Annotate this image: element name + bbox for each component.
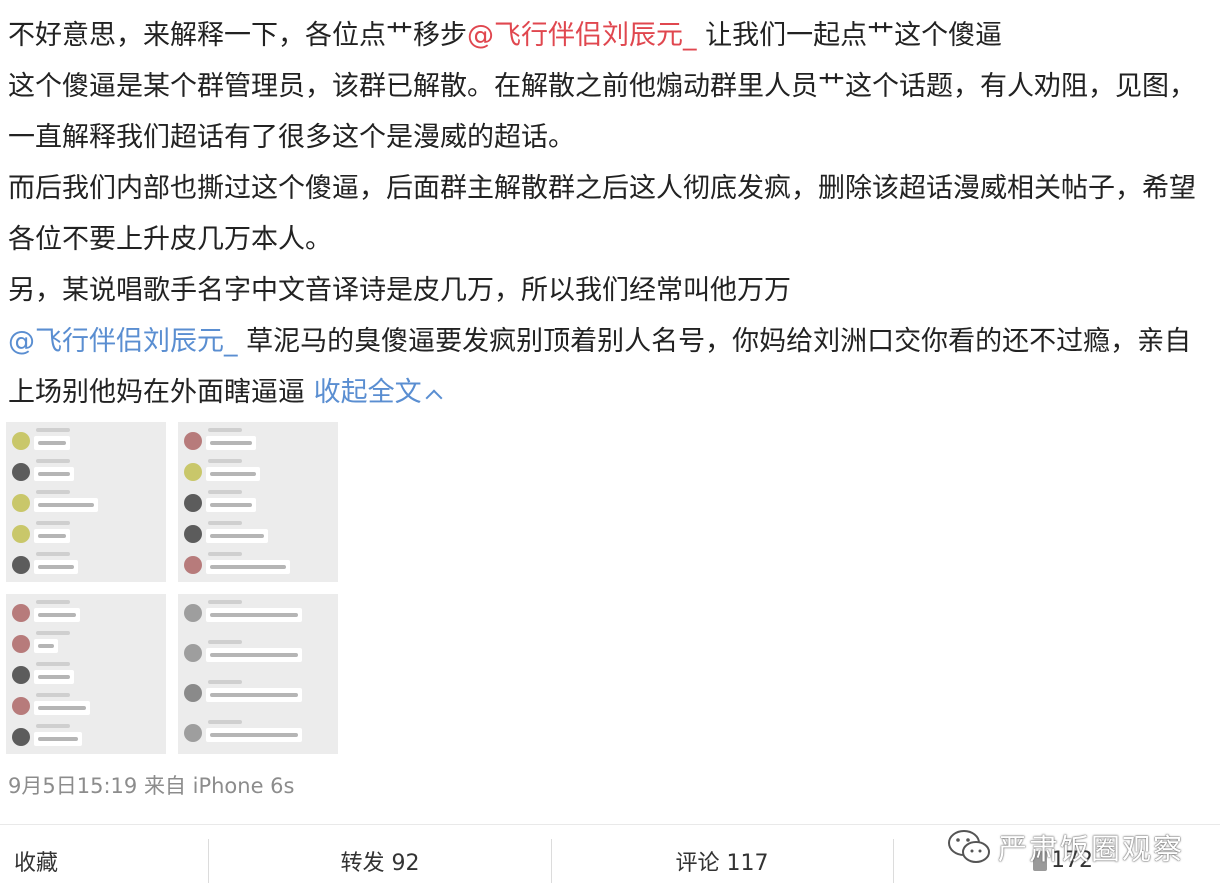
post-line1-text-end: 让我们一起点艹这个傻逼 (696, 20, 1003, 51)
image-thumbnail[interactable] (178, 422, 338, 582)
collapse-text-link[interactable]: 收起全文 (313, 377, 443, 408)
post-source: 来自 iPhone 6s (143, 774, 295, 798)
divider (893, 839, 894, 883)
chevron-up-icon (425, 389, 443, 407)
watermark: 严肃饭圈观察 (946, 822, 1184, 872)
post-meta: 9月5日15:19 来自 iPhone 6s (8, 770, 294, 800)
mention-link[interactable]: @飞行伴侣刘辰元_ (8, 326, 238, 357)
post-paragraph-4: 另，某说唱歌手名字中文音译诗是皮几万，所以我们经常叫他万万 (8, 275, 791, 306)
favorite-button[interactable]: 收藏 (14, 825, 58, 896)
image-thumbnail[interactable] (178, 594, 338, 754)
favorite-label: 收藏 (14, 850, 59, 876)
post-paragraph-2: 这个傻逼是某个群管理员，该群已解散。在解散之前他煽动群里人员艹这个话题，有人劝阻… (8, 71, 1196, 153)
wechat-icon (948, 830, 990, 863)
post-paragraph-5: @飞行伴侣刘辰元_ 草泥马的臭傻逼要发疯别顶着别人名号，你妈给刘洲口交你看的还不… (8, 316, 1214, 418)
comment-label: 评论 117 (675, 850, 769, 876)
post-paragraph-1: 不好意思，来解释一下，各位点艹移步@飞行伴侣刘辰元_ 让我们一起点艹这个傻逼 (8, 10, 1214, 61)
mention-link[interactable]: @飞行伴侣刘辰元_ (467, 20, 697, 51)
image-thumbnail[interactable] (6, 594, 166, 754)
post-timestamp[interactable]: 9月5日15:19 (8, 774, 137, 798)
post-text: 不好意思，来解释一下，各位点艹移步@飞行伴侣刘辰元_ 让我们一起点艹这个傻逼 这… (8, 10, 1214, 418)
image-grid (6, 422, 340, 756)
comment-button[interactable]: 评论 117 (551, 825, 893, 896)
image-thumbnail[interactable] (6, 422, 166, 582)
collapse-text-label: 收起全文 (313, 377, 422, 408)
watermark-text: 严肃饭圈观察 (998, 832, 1185, 866)
repost-label: 转发 92 (340, 850, 420, 876)
post-line1-text: 不好意思，来解释一下，各位点艹移步 (8, 20, 467, 51)
repost-button[interactable]: 转发 92 (209, 825, 551, 896)
post-paragraph-3: 而后我们内部也撕过这个傻逼，后面群主解散群之后这人彻底发疯，删除该超话漫威相关帖… (8, 173, 1196, 255)
